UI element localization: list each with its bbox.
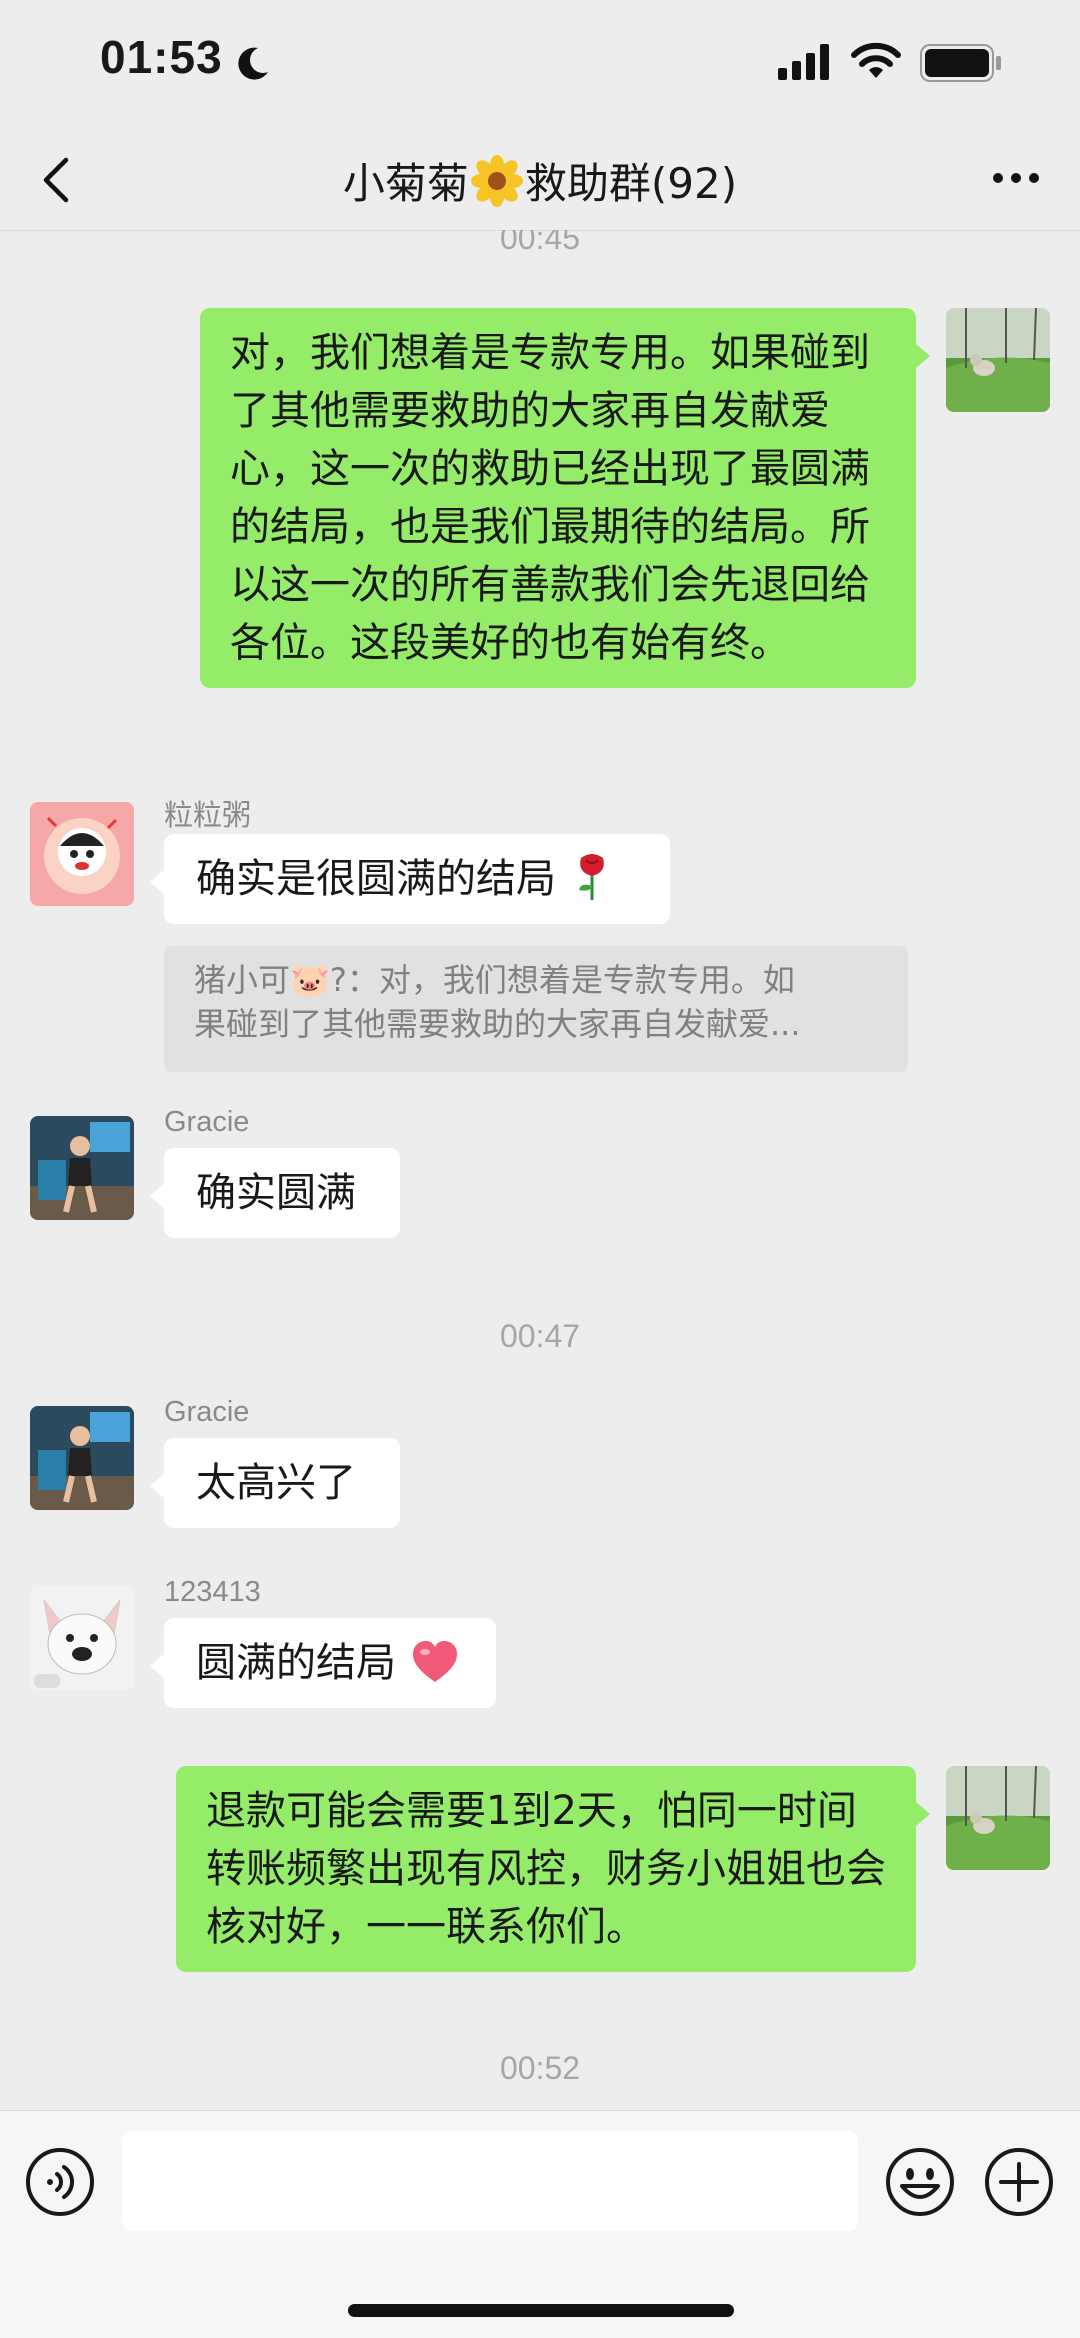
quote-line: 猪小可🐷?：对，我们想着是专款专用。如 [194,961,795,999]
avatar[interactable] [30,802,134,906]
incoming-message[interactable]: 太高兴了 [150,1438,400,1528]
incoming-message[interactable]: 确实圆满 [150,1148,400,1238]
wifi-icon [851,42,901,78]
sender-name: 123413 [164,1576,261,1608]
battery-icon [920,44,1001,82]
status-bar: 01:53 [0,0,1080,130]
voice-icon[interactable] [24,2146,96,2218]
message-text: 确实是很圆满的结局 [196,856,556,902]
group-name-prefix: 小菊菊 [342,159,469,208]
status-time: 01:53 [100,31,223,83]
outgoing-message[interactable]: 退款可能会需要1到2天，怕同一时间转账频繁出现有风控，财务小姐姐也会核对好，一一… [176,1766,930,1972]
plus-icon[interactable] [983,2146,1055,2218]
signal-icon [778,44,829,80]
chat-area[interactable]: 00:45 对，我们想着是专款专用。如果碰到了其他需要救助的大家再自发献爱心，这… [0,230,1080,2110]
rose-icon [578,854,604,900]
avatar[interactable] [30,1586,134,1690]
incoming-message[interactable]: 圆满的结局 [150,1618,496,1708]
heart-icon [412,1641,457,1682]
sender-name: Gracie [164,1106,250,1138]
timestamp: 00:52 [499,2050,581,2086]
my-avatar[interactable] [946,308,1050,412]
sender-name: 粒粒粥 [164,800,252,832]
timestamp: 00:47 [499,1318,581,1354]
moon-icon [238,47,268,80]
emoji-icon[interactable] [884,2146,956,2218]
quote-line: 果碰到了其他需要救助的大家再自发献爱... [194,1005,801,1043]
avatar[interactable] [30,1406,134,1510]
message-input[interactable] [122,2131,858,2231]
avatar[interactable] [30,1116,134,1220]
message-text: 确实圆满 [196,1170,356,1216]
message-text: 太高兴了 [196,1460,356,1506]
sender-name: Gracie [164,1396,250,1428]
outgoing-message[interactable]: 对，我们想着是专款专用。如果碰到了其他需要救助的大家再自发献爱心，这一次的救助已… [200,308,930,688]
group-name-suffix: 救助群(92) [524,159,738,208]
home-indicator [348,2304,734,2317]
incoming-message[interactable]: 确实是很圆满的结局 [150,834,670,924]
nav-bar: 小菊菊 救助群(92) [0,130,1080,231]
more-icon[interactable] [992,170,1040,186]
flower-icon [470,154,523,207]
quoted-message[interactable]: 猪小可🐷?：对，我们想着是专款专用。如 果碰到了其他需要救助的大家再自发献爱..… [164,946,908,1072]
timestamp: 00:45 [499,230,581,256]
page-title: 小菊菊 救助群(92) [0,150,1080,211]
message-text: 圆满的结局 [196,1640,396,1686]
my-avatar[interactable] [946,1766,1050,1870]
